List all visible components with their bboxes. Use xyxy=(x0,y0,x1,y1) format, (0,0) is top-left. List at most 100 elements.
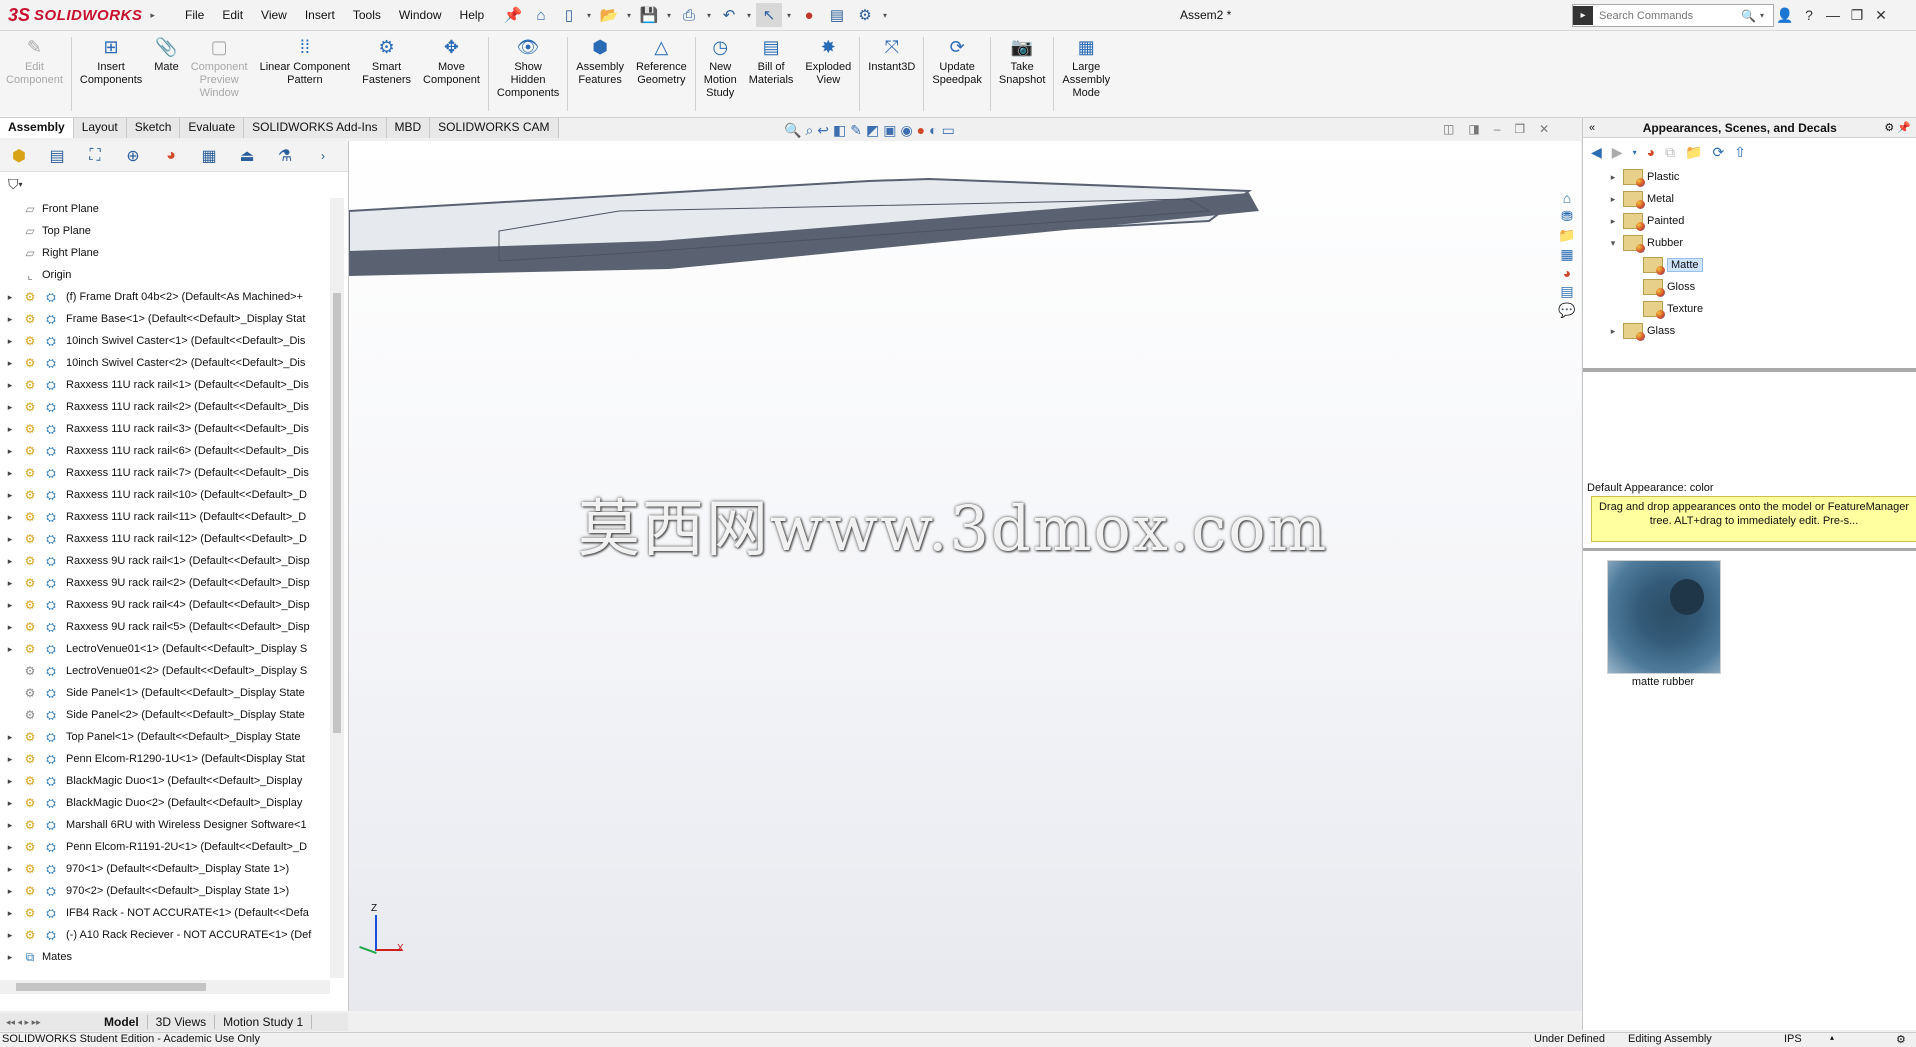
pin-pane-icon[interactable]: 📌 xyxy=(1897,122,1911,134)
expand-arrow-icon[interactable]: ▸ xyxy=(4,490,16,501)
viewport-tile-icon[interactable]: ◫ xyxy=(1443,122,1454,142)
appearance-folder-matte[interactable]: Matte xyxy=(1583,254,1916,276)
minimize-icon[interactable]: — xyxy=(1824,7,1842,23)
expand-arrow-icon[interactable]: ▸ xyxy=(4,578,16,589)
show-hidden-button[interactable]: 👁 Show Hidden Components xyxy=(491,31,565,117)
tree-item[interactable]: ▸ ⚙ ⛭ Raxxess 11U rack rail<7> (Default<<De… xyxy=(0,462,330,484)
expand-arrow-icon[interactable]: ▸ xyxy=(4,952,16,963)
tab-evaluate[interactable]: Evaluate xyxy=(180,118,245,138)
tree-filter[interactable]: ⛉ ▾ xyxy=(0,172,348,196)
expand-arrow-icon[interactable]: ▸ xyxy=(4,754,16,765)
appearance-folder-plastic[interactable]: ▸ Plastic xyxy=(1583,166,1916,188)
unit-dropdown-icon[interactable]: ▴ xyxy=(1830,1033,1834,1042)
expand-arrow-icon[interactable]: ▸ xyxy=(4,864,16,875)
tree-item[interactable]: ▸ ⚙ ⛭ 10inch Swivel Caster<1> (Default<<Def… xyxy=(0,330,330,352)
bom-button[interactable]: ▤ Bill of Materials xyxy=(743,31,800,117)
assembly-features-button[interactable]: ⬢ Assembly Features xyxy=(570,31,630,117)
linear-pattern-button[interactable]: ⁞⁞ Linear Component Pattern xyxy=(254,31,357,117)
filter-icon[interactable]: ⛉ xyxy=(8,176,19,193)
close-icon[interactable]: ✕ xyxy=(1872,7,1890,24)
design-library-icon[interactable]: ⛃ xyxy=(1561,208,1573,225)
exploded-view-button[interactable]: ✸ Exploded View xyxy=(799,31,857,117)
menu-insert[interactable]: Insert xyxy=(296,8,344,22)
expand-arrow-icon[interactable]: ▸ xyxy=(4,644,16,655)
help-icon[interactable]: ? xyxy=(1800,7,1818,23)
expand-arrow-icon[interactable]: ▸ xyxy=(4,886,16,897)
search-commands-box[interactable]: ▸ 🔍 ▾ xyxy=(1572,4,1774,27)
tree-item[interactable]: ▱ Top Plane xyxy=(0,220,330,242)
tree-item[interactable]: ⚙ ⛭ Side Panel<2> (Default<<Default>_Displ… xyxy=(0,704,330,726)
large-assembly-button[interactable]: ▦ Large Assembly Mode xyxy=(1056,31,1116,117)
speedpak-button[interactable]: ⟳ Update Speedpak xyxy=(926,31,988,117)
expand-arrow-icon[interactable]: ▸ xyxy=(4,314,16,325)
print-icon[interactable]: ⎙ xyxy=(676,3,702,27)
appearance-folder-painted[interactable]: ▸ Painted xyxy=(1583,210,1916,232)
dimxpertmanager-icon[interactable]: ⊕ xyxy=(114,142,152,170)
appearance-folder-rubber[interactable]: ▾ Rubber xyxy=(1583,232,1916,254)
new-document-icon[interactable]: ▯ xyxy=(556,3,582,27)
appearance-library-icon[interactable]: ◕ xyxy=(1647,144,1655,160)
tab-navigation-arrows[interactable]: ◂◂ ◂ ▸ ▸▸ xyxy=(0,1017,96,1028)
tab-motion-study-1[interactable]: Motion Study 1 xyxy=(215,1015,313,1029)
tree-item[interactable]: ▸ ⚙ ⛭ Raxxess 11U rack rail<1> (Default<<De… xyxy=(0,374,330,396)
rebuild-icon[interactable]: ● xyxy=(796,3,822,27)
expand-arrow-icon[interactable]: ▸ xyxy=(4,446,16,457)
tree-vertical-scrollbar[interactable] xyxy=(330,198,344,978)
menu-window[interactable]: Window xyxy=(390,8,451,22)
propertymanager-icon[interactable]: ▤ xyxy=(38,142,76,170)
tree-item[interactable]: ▸ ⚙ ⛭ 970<2> (Default<<Default>_Display Sta… xyxy=(0,880,330,902)
expand-arrow-icon[interactable]: ▸ xyxy=(4,358,16,369)
flyout-arrow-icon[interactable]: ▸ xyxy=(150,10,155,21)
solidworks-resources-icon[interactable]: ⌂ xyxy=(1563,190,1571,206)
tree-item[interactable]: ▸ ⚙ ⛭ Penn Elcom-R1290-1U<1> (Default<Displ… xyxy=(0,748,330,770)
menu-tools[interactable]: Tools xyxy=(344,8,390,22)
file-properties-icon[interactable]: ▤ xyxy=(824,3,850,27)
graphics-area[interactable]: Z X xyxy=(349,141,1581,1011)
back-icon[interactable]: ◀ xyxy=(1591,144,1602,161)
tab-solidworks-add-ins[interactable]: SOLIDWORKS Add-Ins xyxy=(244,118,387,138)
appearance-folder-gloss[interactable]: Gloss xyxy=(1583,276,1916,298)
restore-icon[interactable]: ❐ xyxy=(1848,7,1866,24)
tab-mbd[interactable]: MBD xyxy=(386,118,431,138)
viewport-split-icon[interactable]: ◨ xyxy=(1468,122,1479,142)
expand-arrow-icon[interactable]: ▸ xyxy=(4,380,16,391)
select-dropdown-icon[interactable]: ▾ xyxy=(784,3,794,27)
search-scope-icon[interactable]: ▸ xyxy=(1573,6,1593,25)
up-level-icon[interactable]: ⇧ xyxy=(1734,144,1746,161)
tree-item[interactable]: ▸ ⚙ ⛭ Raxxess 11U rack rail<6> (Default<<De… xyxy=(0,440,330,462)
home-icon[interactable]: ⌂ xyxy=(528,3,554,27)
expand-arrow-icon[interactable]: ▸ xyxy=(4,534,16,545)
file-explorer-icon[interactable]: 📁 xyxy=(1558,227,1575,244)
filter-dropdown-icon[interactable]: ▾ xyxy=(19,180,23,189)
options-gear-icon[interactable]: ⚙ xyxy=(852,3,878,27)
camview-icon[interactable]: ▦ xyxy=(190,142,228,170)
tree-item[interactable]: ▸ ⚙ ⛭ Raxxess 9U rack rail<2> (Default<<Def… xyxy=(0,572,330,594)
tree-item[interactable]: ▸ ⚙ ⛭ Raxxess 11U rack rail<2> (Default<<De… xyxy=(0,396,330,418)
print-dropdown-icon[interactable]: ▾ xyxy=(704,3,714,27)
tab-3d-views[interactable]: 3D Views xyxy=(148,1015,216,1029)
scrollbar-thumb[interactable] xyxy=(333,293,341,733)
view-palette-icon[interactable]: ▦ xyxy=(1560,246,1573,263)
expand-arrow-icon[interactable]: ▸ xyxy=(1607,216,1619,227)
new-folder-icon[interactable]: 📁 xyxy=(1685,144,1702,161)
search-dropdown-icon[interactable]: ▾ xyxy=(1760,11,1764,20)
tree-item[interactable]: ▸ ⚙ ⛭ Raxxess 9U rack rail<5> (Default<<Def… xyxy=(0,616,330,638)
tree-item[interactable]: ▸ ⚙ ⛭ Raxxess 11U rack rail<11> (Default<<D… xyxy=(0,506,330,528)
component-preview-button[interactable]: ▢ Component Preview Window xyxy=(185,31,254,117)
motion-study-button[interactable]: ◷ New Motion Study xyxy=(698,31,743,117)
expand-arrow-icon[interactable]: ▸ xyxy=(4,512,16,523)
expand-arrow-icon[interactable]: ▸ xyxy=(4,930,16,941)
tree-item[interactable]: ▸ ⚙ ⛭ Raxxess 9U rack rail<1> (Default<<Def… xyxy=(0,550,330,572)
pin-icon[interactable]: 📌 xyxy=(500,3,526,27)
expand-arrow-icon[interactable]: ▸ xyxy=(4,292,16,303)
matte-rubber-swatch[interactable] xyxy=(1607,560,1721,674)
smart-fasteners-button[interactable]: ⚙ Smart Fasteners xyxy=(356,31,417,117)
tab-sketch[interactable]: Sketch xyxy=(126,118,181,138)
rack-assembly-model[interactable] xyxy=(349,141,1581,1011)
featuremanager-tree-icon[interactable]: ⬢ xyxy=(0,142,38,170)
mate-button[interactable]: 📎 Mate xyxy=(148,31,184,117)
tree-item[interactable]: ▸ ⚙ ⛭ IFB4 Rack - NOT ACCURATE<1> (Default<… xyxy=(0,902,330,924)
insert-components-button[interactable]: ⊞ Insert Components xyxy=(74,31,148,117)
collapse-pane-icon[interactable]: « xyxy=(1589,122,1595,134)
snapshot-button[interactable]: 📷 Take Snapshot xyxy=(993,31,1051,117)
